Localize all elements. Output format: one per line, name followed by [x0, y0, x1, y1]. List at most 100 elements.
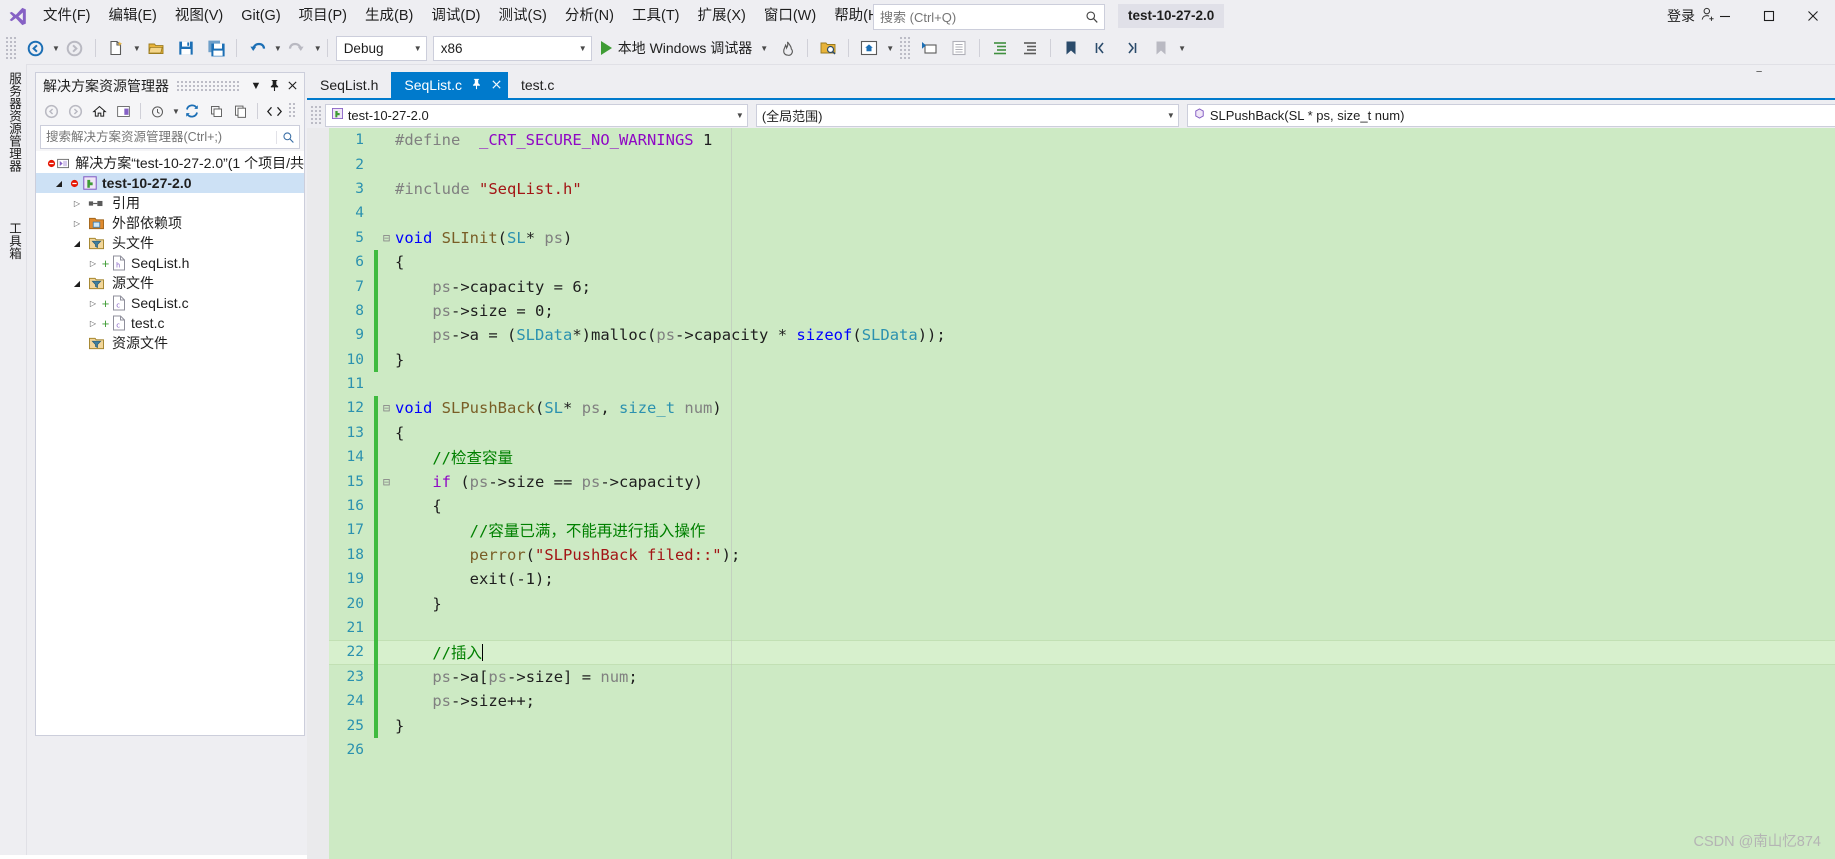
navigate-backward-dropdown-icon[interactable]: ▼	[52, 44, 60, 53]
tree-row-source-files[interactable]: ◢ 源文件	[36, 273, 304, 293]
search-in-folder-icon[interactable]	[813, 36, 843, 60]
solution-explorer-search[interactable]	[40, 125, 300, 149]
code-line[interactable]: 21	[307, 615, 1835, 641]
code-line[interactable]: 10}	[307, 347, 1835, 372]
previous-bookmark-icon[interactable]	[1086, 36, 1116, 60]
tree-row-header-files[interactable]: ◢ 头文件	[36, 233, 304, 253]
code-line[interactable]: 18 perror("SLPushBack filed::");	[307, 542, 1835, 568]
code-line[interactable]: 13{	[307, 420, 1835, 446]
collapse-all-icon[interactable]	[205, 100, 228, 122]
navigate-forward-button[interactable]	[60, 36, 90, 60]
tab-seqlist-c[interactable]: SeqList.c	[391, 72, 508, 98]
toolbar-grip[interactable]	[6, 37, 18, 59]
panel-drag-handle[interactable]	[177, 80, 239, 91]
menu-file[interactable]: 文件(F)	[34, 0, 100, 32]
menu-edit[interactable]: 编辑(E)	[100, 0, 166, 32]
search-icon[interactable]	[276, 130, 299, 144]
navbar-member-combo[interactable]: SLPushBack(SL * ps, size_t num)	[1186, 103, 1835, 127]
collapse-outline-icon[interactable]: ⊟	[380, 401, 393, 415]
global-search[interactable]	[873, 4, 1105, 30]
expander-closed-icon[interactable]: ▷	[86, 259, 100, 268]
refresh-icon[interactable]	[181, 100, 204, 122]
menu-build[interactable]: 生成(B)	[356, 0, 422, 32]
tree-row-solution[interactable]: 解决方案“test-10-27-2.0”(1 个项目/共	[36, 153, 304, 173]
solution-tree[interactable]: 解决方案“test-10-27-2.0”(1 个项目/共 ◢ test-10-2…	[36, 151, 304, 735]
menu-debug[interactable]: 调试(D)	[422, 0, 489, 32]
code-line[interactable]: 2	[307, 152, 1835, 176]
toolbar-grip-2[interactable]	[900, 37, 913, 59]
code-line[interactable]: 22 //插入	[307, 640, 1835, 665]
menu-tools[interactable]: 工具(T)	[623, 0, 689, 32]
expander-open-icon[interactable]: ◢	[70, 279, 84, 288]
bookmarks-overflow-icon[interactable]: ▼	[1178, 44, 1186, 53]
redo-dropdown-icon[interactable]: ▼	[314, 44, 322, 53]
new-project-button[interactable]	[101, 36, 131, 60]
pending-changes-dropdown-icon[interactable]: ▼	[172, 107, 180, 116]
code-line[interactable]: 8 ps->size = 0;	[307, 298, 1835, 324]
view-code-icon[interactable]	[263, 100, 286, 122]
sidebar-tab-toolbox[interactable]: 工具箱	[0, 214, 29, 268]
forward-icon[interactable]	[64, 100, 87, 122]
solution-search-input[interactable]	[41, 128, 276, 146]
code-line[interactable]: 1 #define _CRT_SECURE_NO_WARNINGS 1	[307, 128, 1835, 152]
close-icon[interactable]	[283, 76, 301, 96]
code-line[interactable]: 12 ⊟ void SLPushBack(SL* ps, size_t num)	[307, 396, 1835, 421]
expander-open-icon[interactable]: ◢	[52, 179, 66, 188]
code-line[interactable]: 5 ⊟ void SLInit(SL* ps)	[307, 226, 1835, 250]
pin-icon[interactable]	[265, 76, 283, 96]
close-icon[interactable]	[491, 78, 502, 93]
tree-row-references[interactable]: ▷ 引用	[36, 193, 304, 213]
uncomment-selection-icon[interactable]	[1015, 36, 1045, 60]
minimize-button[interactable]	[1703, 0, 1747, 32]
close-button[interactable]	[1791, 0, 1835, 32]
undo-button[interactable]	[242, 36, 272, 60]
indicator-margin[interactable]	[307, 128, 329, 859]
new-project-dropdown-icon[interactable]: ▼	[133, 44, 141, 53]
solution-platform-combo[interactable]: x86 ▼	[432, 35, 592, 61]
save-button[interactable]	[171, 36, 201, 60]
solution-configuration-combo[interactable]: Debug ▼	[335, 35, 427, 61]
se-toolbar-overflow[interactable]	[288, 103, 297, 119]
comment-selection-icon[interactable]	[985, 36, 1015, 60]
maximize-button[interactable]	[1747, 0, 1791, 32]
save-all-button[interactable]	[201, 36, 231, 60]
expander-open-icon[interactable]: ◢	[70, 239, 84, 248]
back-icon[interactable]	[40, 100, 63, 122]
navbar-scope-combo[interactable]: (全局范围) ▼	[755, 103, 1179, 127]
toggle-bookmark-icon[interactable]	[1056, 36, 1086, 60]
navbar-grip[interactable]	[311, 106, 322, 124]
undo-dropdown-icon[interactable]: ▼	[274, 44, 282, 53]
tree-row-test-c[interactable]: ▷ + c test.c	[36, 313, 304, 333]
tree-row-external-dependencies[interactable]: ▷ 外部依赖项	[36, 213, 304, 233]
code-line[interactable]: 15 ⊟ if (ps->size == ps->capacity)	[307, 469, 1835, 494]
code-line[interactable]: 25}	[307, 713, 1835, 738]
switch-views-icon[interactable]	[112, 100, 135, 122]
menu-window[interactable]: 窗口(W)	[755, 0, 825, 32]
pin-icon[interactable]	[471, 78, 482, 93]
expander-closed-icon[interactable]: ▷	[70, 199, 84, 208]
code-lines[interactable]: 1 #define _CRT_SECURE_NO_WARNINGS 1 2 3 #inc…	[307, 128, 1835, 762]
show-all-files-icon[interactable]	[229, 100, 252, 122]
properties-window-icon[interactable]	[914, 36, 944, 60]
tree-row-seqlist-h[interactable]: ▷ + h SeqList.h	[36, 253, 304, 273]
code-line[interactable]: 16 {	[307, 493, 1835, 519]
menu-git[interactable]: Git(G)	[232, 0, 289, 32]
code-line[interactable]: 23 ps->a[ps->size] = num;	[307, 664, 1835, 689]
code-line[interactable]: 4	[307, 201, 1835, 225]
code-line[interactable]: 14 //检查容量	[307, 445, 1835, 470]
navbar-project-combo[interactable]: test-10-27-2.0 ▼	[324, 103, 748, 127]
tab-seqlist-h[interactable]: SeqList.h	[307, 72, 391, 98]
menu-extensions[interactable]: 扩展(X)	[689, 0, 755, 32]
code-line[interactable]: 17 //容量已满，不能再进行插入操作	[307, 518, 1835, 543]
tree-row-seqlist-c[interactable]: ▷ + c SeqList.c	[36, 293, 304, 313]
search-input[interactable]	[874, 7, 1081, 27]
hot-reload-icon[interactable]	[772, 36, 802, 60]
redo-button[interactable]	[282, 36, 312, 60]
tree-row-resource-files[interactable]: 资源文件	[36, 333, 304, 353]
code-line[interactable]: 24 ps->size++;	[307, 688, 1835, 714]
solution-explorer-home-icon[interactable]	[854, 36, 884, 60]
menu-test[interactable]: 测试(S)	[490, 0, 556, 32]
code-line[interactable]: 20 }	[307, 591, 1835, 616]
menu-view[interactable]: 视图(V)	[166, 0, 232, 32]
code-line[interactable]: 11	[307, 372, 1835, 396]
